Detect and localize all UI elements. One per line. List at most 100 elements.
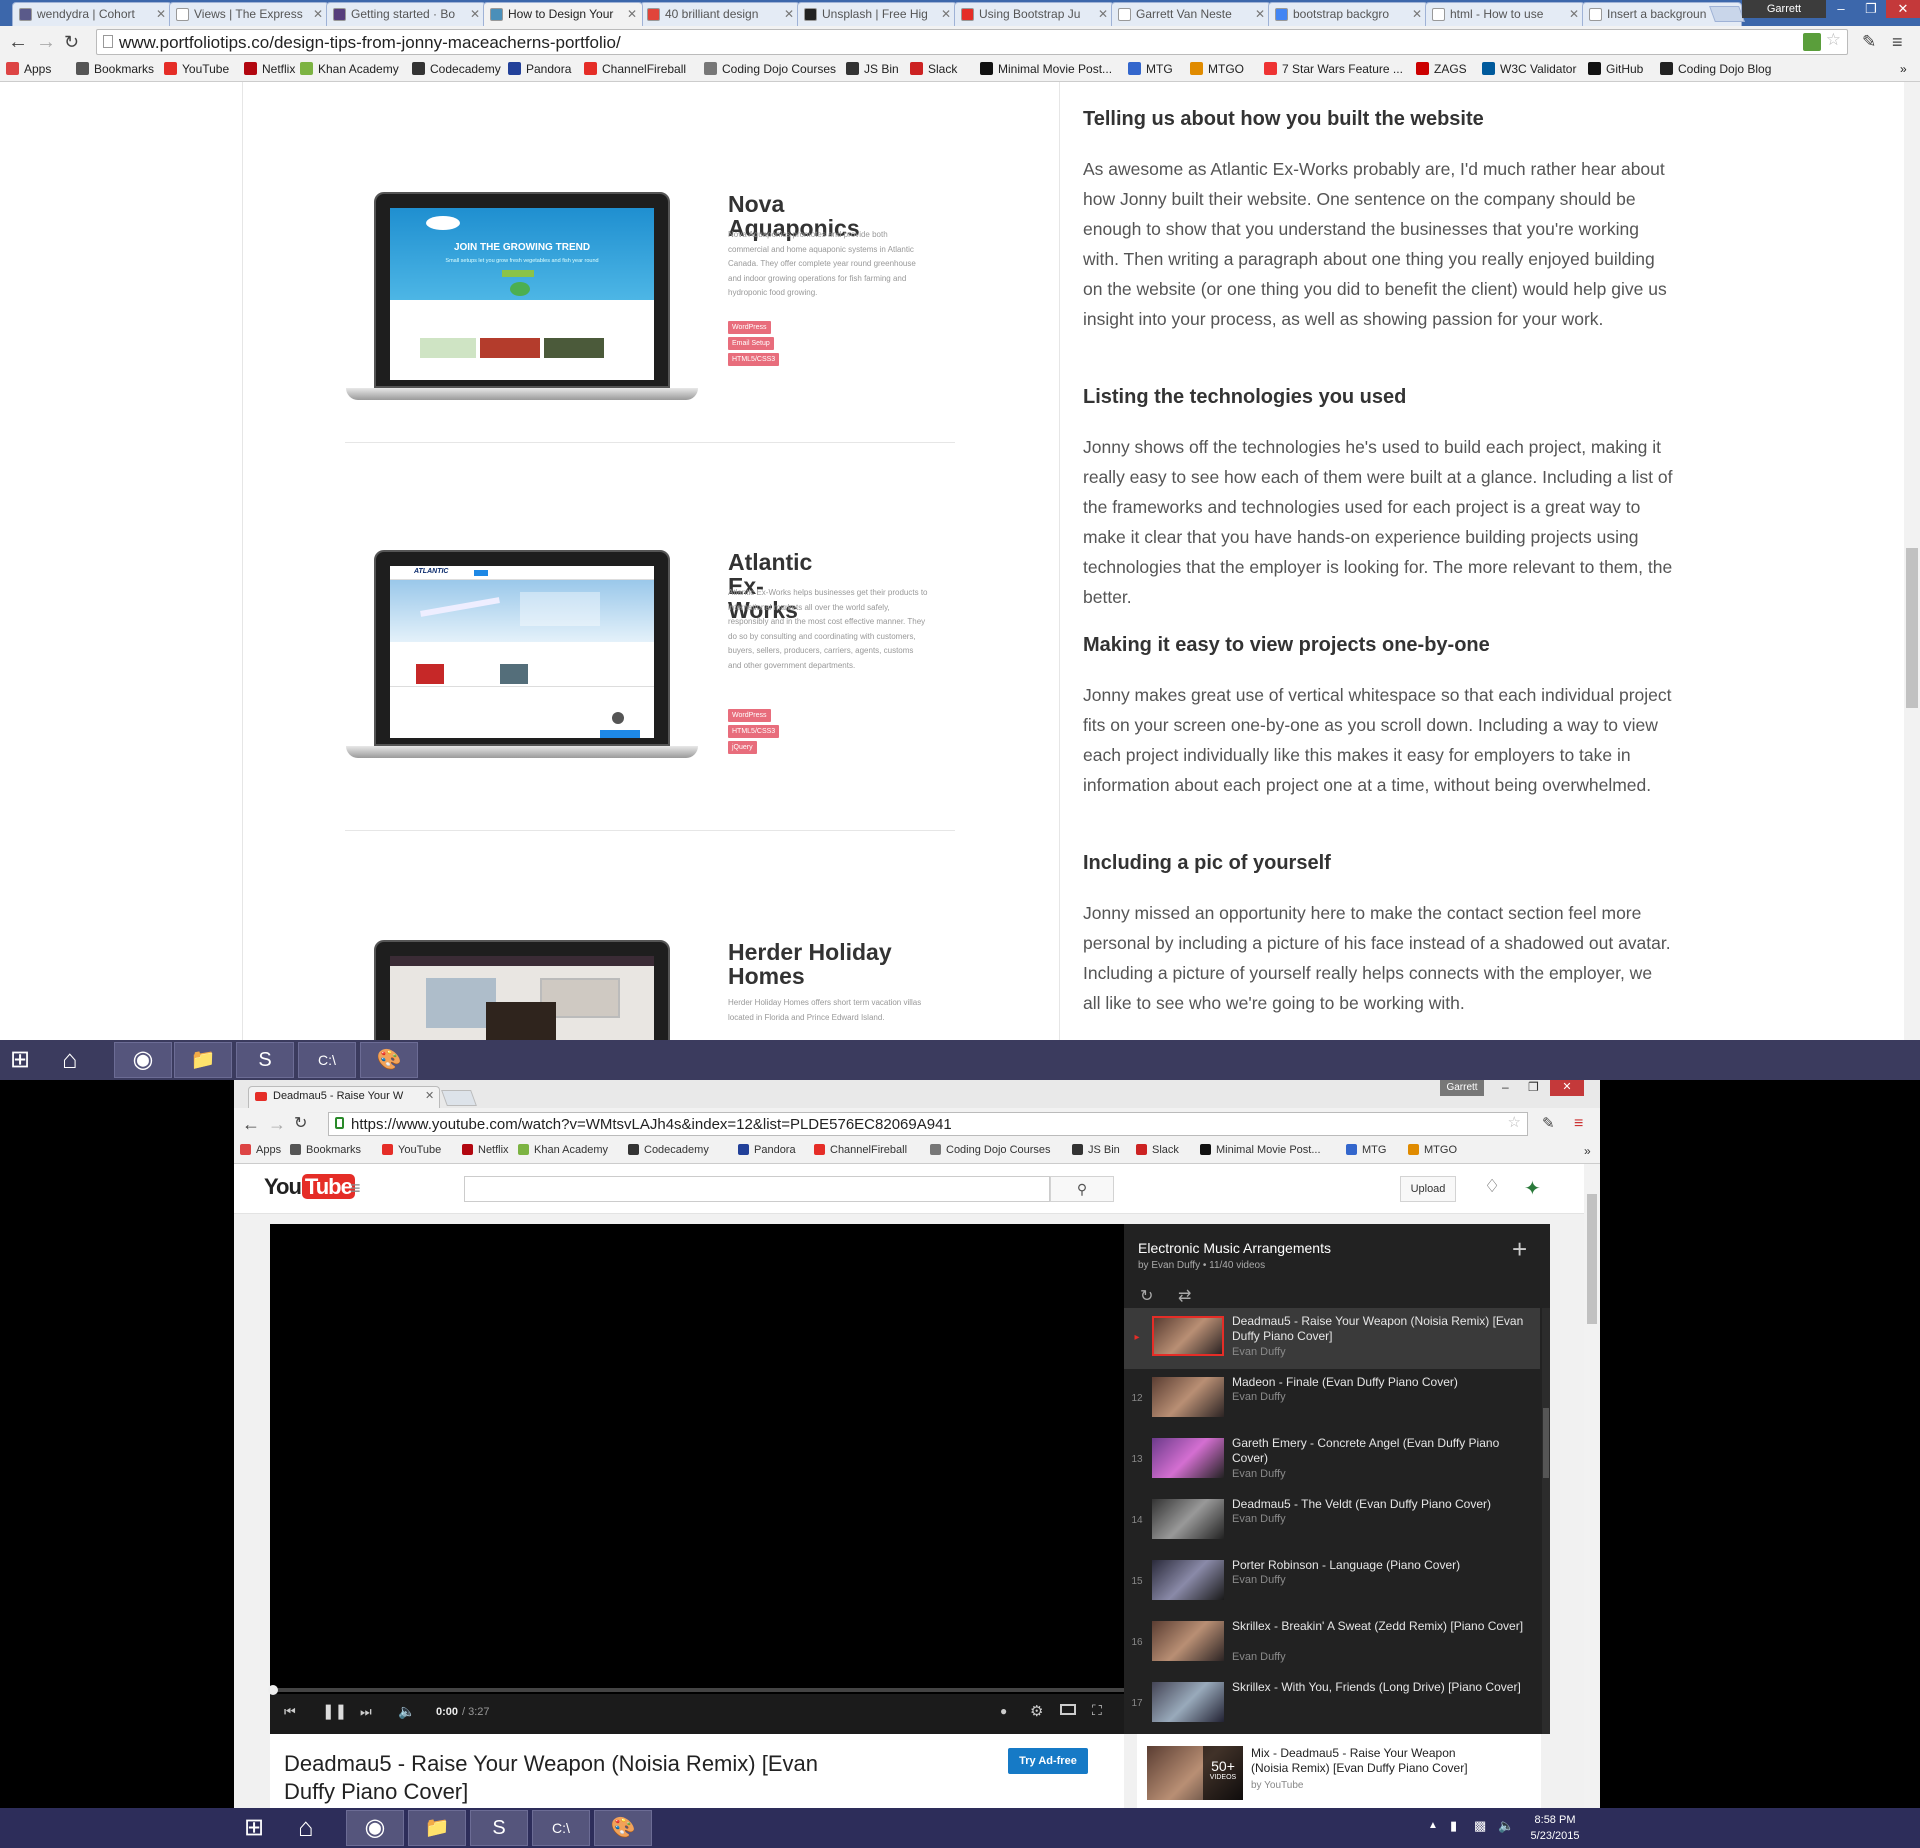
- tab-close-icon[interactable]: ✕: [313, 3, 323, 25]
- bookmark-item[interactable]: Minimal Movie Post...: [1200, 1144, 1321, 1156]
- page-scrollbar[interactable]: [1584, 1164, 1600, 1808]
- progress-bar[interactable]: [268, 1685, 1124, 1695]
- tab-close-icon[interactable]: ✕: [156, 3, 166, 25]
- browser-tab[interactable]: Garrett Van Neste ✕: [1111, 2, 1271, 26]
- reload-icon[interactable]: ↻: [294, 1112, 307, 1136]
- laptop-mockup-image[interactable]: ATLANTIC: [346, 550, 698, 764]
- bookmark-item[interactable]: MTG: [1346, 1144, 1386, 1156]
- bookmark-item[interactable]: Coding Dojo Courses: [930, 1144, 1051, 1156]
- search-button[interactable]: ⚲: [1050, 1176, 1114, 1202]
- bookmark-item[interactable]: Netflix: [244, 62, 295, 76]
- playlist-item[interactable]: 14 Deadmau5 - The Veldt (Evan Duffy Pian…: [1124, 1491, 1540, 1552]
- address-bar[interactable]: www.portfoliotips.co/design-tips-from-jo…: [96, 29, 1848, 55]
- theater-mode-icon[interactable]: [1060, 1704, 1076, 1715]
- sublime-text-icon[interactable]: S: [236, 1042, 294, 1078]
- scrollbar-thumb[interactable]: [1587, 1194, 1597, 1324]
- new-tab-button[interactable]: [1709, 6, 1745, 22]
- start-windows-icon[interactable]: ⊞: [244, 1816, 264, 1840]
- volume-icon[interactable]: 🔈: [398, 1703, 415, 1720]
- profile-button[interactable]: Garrett: [1742, 0, 1826, 18]
- home-icon[interactable]: ⌂: [62, 1046, 78, 1072]
- bookmark-item[interactable]: W3C Validator: [1482, 62, 1576, 76]
- bookmark-item[interactable]: ChannelFireball: [814, 1144, 907, 1156]
- menu-icon[interactable]: ≡: [1892, 30, 1903, 54]
- minimize-icon[interactable]: –: [1826, 0, 1856, 18]
- playlist-item[interactable]: 17 Skrillex - With You, Friends (Long Dr…: [1124, 1674, 1540, 1734]
- bookmark-item[interactable]: Pandora: [738, 1144, 796, 1156]
- bookmark-item[interactable]: Khan Academy: [518, 1144, 608, 1156]
- bookmark-item[interactable]: ZAGS: [1416, 62, 1467, 76]
- restore-icon[interactable]: ❐: [1528, 1080, 1539, 1094]
- battery-icon[interactable]: ▮: [1450, 1818, 1457, 1834]
- bookmark-item[interactable]: Pandora: [508, 62, 571, 76]
- bookmarks-overflow-icon[interactable]: »: [1900, 62, 1907, 76]
- bookmark-item[interactable]: JS Bin: [846, 62, 899, 76]
- playlist-scrollbar[interactable]: [1542, 1308, 1550, 1734]
- new-tab-button[interactable]: [441, 1090, 477, 1106]
- loop-icon[interactable]: ↻: [1140, 1286, 1153, 1306]
- scrollbar-thumb[interactable]: [1906, 548, 1918, 708]
- pause-icon[interactable]: ❚❚: [322, 1702, 347, 1720]
- youtube-tab[interactable]: Deadmau5 - Raise Your W ✕: [248, 1086, 440, 1108]
- browser-tab[interactable]: wendydra | Cohort ✕: [12, 2, 172, 26]
- file-explorer-icon[interactable]: 📁: [174, 1042, 232, 1078]
- extension-icon[interactable]: [1803, 33, 1821, 51]
- chrome-icon[interactable]: ◉: [346, 1810, 404, 1846]
- sublime-text-icon[interactable]: S: [470, 1810, 528, 1846]
- minimize-icon[interactable]: –: [1502, 1080, 1509, 1094]
- browser-tab[interactable]: How to Design Your ✕: [483, 2, 643, 26]
- playlist-item[interactable]: 16 Skrillex - Breakin' A Sweat (Zedd Rem…: [1124, 1613, 1540, 1674]
- tab-close-icon[interactable]: ✕: [1569, 3, 1579, 25]
- next-icon[interactable]: ⏭: [360, 1704, 372, 1720]
- menu-icon[interactable]: ≡: [1574, 1112, 1583, 1136]
- playlist-item[interactable]: ▸ Deadmau5 - Raise Your Weapon (Noisia R…: [1124, 1308, 1540, 1369]
- paint-icon[interactable]: 🎨: [594, 1810, 652, 1846]
- bookmark-item[interactable]: Codecademy: [628, 1144, 709, 1156]
- tab-close-icon[interactable]: ✕: [627, 3, 637, 25]
- bookmark-item[interactable]: MTGO: [1190, 62, 1244, 76]
- fullscreen-icon[interactable]: ⛶: [1092, 1702, 1102, 1719]
- page-scrollbar[interactable]: [1904, 82, 1920, 1040]
- browser-tab[interactable]: Getting started · Bo ✕: [326, 2, 486, 26]
- bookmark-item[interactable]: Codecademy: [412, 62, 501, 76]
- bookmark-item[interactable]: GitHub: [1588, 62, 1643, 76]
- browser-tab[interactable]: html - How to use ✕: [1425, 2, 1585, 26]
- tab-close-icon[interactable]: ✕: [941, 3, 951, 25]
- back-icon[interactable]: ←: [8, 30, 28, 54]
- bookmark-item[interactable]: JS Bin: [1072, 1144, 1120, 1156]
- reload-icon[interactable]: ↻: [64, 30, 79, 54]
- bookmark-star-icon[interactable]: ☆: [1508, 1113, 1521, 1131]
- address-bar[interactable]: https://www.youtube.com/watch?v=WMtsvLAJ…: [328, 1112, 1528, 1136]
- command-prompt-icon[interactable]: C:\: [298, 1042, 356, 1078]
- close-icon[interactable]: ✕: [1886, 0, 1920, 18]
- playlist-scrollbar-thumb[interactable]: [1543, 1408, 1549, 1478]
- playlist-item[interactable]: 13 Gareth Emery - Concrete Angel (Evan D…: [1124, 1430, 1540, 1491]
- chrome-icon[interactable]: ◉: [114, 1042, 172, 1078]
- command-prompt-icon[interactable]: C:\: [532, 1810, 590, 1846]
- avatar[interactable]: ✦: [1524, 1176, 1552, 1202]
- bookmarks-overflow-icon[interactable]: »: [1584, 1144, 1591, 1158]
- playlist-item[interactable]: 12 Madeon - Finale (Evan Duffy Piano Cov…: [1124, 1369, 1540, 1430]
- search-input[interactable]: [464, 1176, 1050, 1202]
- playlist-item[interactable]: 15 Porter Robinson - Language (Piano Cov…: [1124, 1552, 1540, 1613]
- bookmark-item[interactable]: YouTube: [164, 62, 229, 76]
- bookmark-item[interactable]: Apps: [6, 62, 51, 76]
- restore-icon[interactable]: ❐: [1856, 0, 1886, 18]
- bookmark-item[interactable]: Bookmarks: [290, 1144, 361, 1156]
- bookmark-item[interactable]: Netflix: [462, 1144, 509, 1156]
- annotations-icon[interactable]: ●: [1000, 1704, 1007, 1718]
- playlist-title[interactable]: Electronic Music Arrangements: [1138, 1240, 1331, 1256]
- bookmark-item[interactable]: MTG: [1128, 62, 1173, 76]
- browser-tab[interactable]: 40 brilliant design ✕: [640, 2, 800, 26]
- volume-icon[interactable]: 🔈: [1498, 1818, 1514, 1834]
- bookmark-item[interactable]: Apps: [240, 1144, 281, 1156]
- bookmark-item[interactable]: ChannelFireball: [584, 62, 686, 76]
- network-icon[interactable]: ▩: [1474, 1818, 1486, 1834]
- bookmark-item[interactable]: YouTube: [382, 1144, 441, 1156]
- eyedropper-icon[interactable]: ✎: [1862, 30, 1876, 54]
- tab-close-icon[interactable]: ✕: [425, 1089, 434, 1102]
- clock[interactable]: 8:58 PM 5/23/2015: [1520, 1812, 1590, 1844]
- tab-close-icon[interactable]: ✕: [1255, 3, 1265, 25]
- tab-close-icon[interactable]: ✕: [1412, 3, 1422, 25]
- try-ad-free-button[interactable]: Try Ad-free: [1008, 1748, 1088, 1774]
